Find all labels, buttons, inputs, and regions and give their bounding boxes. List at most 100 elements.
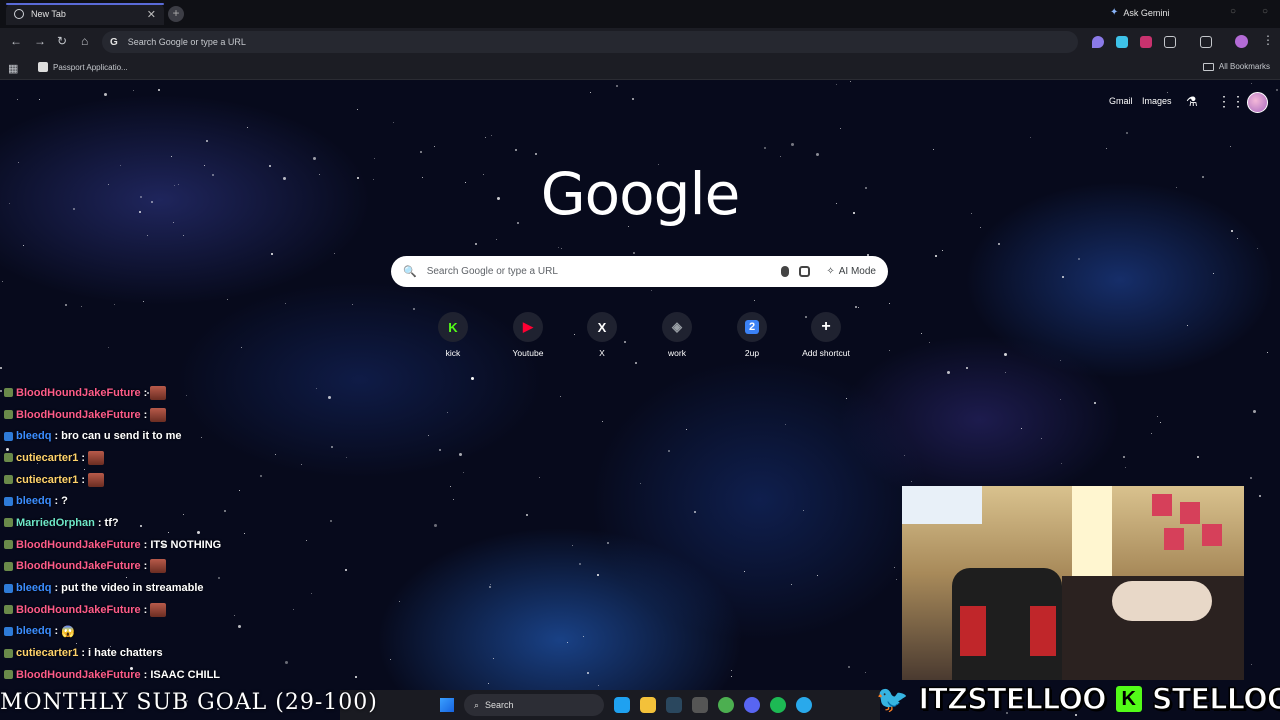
chat-text: put the video in streamable xyxy=(61,582,204,595)
star xyxy=(686,429,687,430)
chat-badge-icon xyxy=(4,431,13,441)
bookmark-passport[interactable]: Passport Applicatio... xyxy=(38,62,128,72)
star xyxy=(567,642,568,643)
chat-username: BloodHoundJakeFuture xyxy=(16,386,141,399)
chat-message: bleedq: 😱 xyxy=(0,621,340,643)
chat-badge-icon xyxy=(4,410,13,420)
star xyxy=(453,499,454,500)
file-explorer-icon[interactable] xyxy=(640,697,656,713)
ai-mode-label: AI Mode xyxy=(838,266,876,277)
star xyxy=(865,672,866,673)
images-link[interactable]: Images xyxy=(1142,96,1172,106)
search-icon: 🔍 xyxy=(403,266,417,278)
star xyxy=(463,472,464,473)
shortcut-work[interactable]: ◈ work xyxy=(642,312,712,358)
star xyxy=(640,483,641,484)
star xyxy=(616,85,618,87)
search-input[interactable]: Search Google or type a URL xyxy=(427,266,772,277)
2up-glyph: 2 xyxy=(744,320,760,334)
new-tab-button[interactable]: + xyxy=(168,6,184,22)
minimize-icon[interactable]: ○ xyxy=(1230,6,1236,17)
discord-icon[interactable] xyxy=(744,697,760,713)
chat-message: cutiecarter1: xyxy=(0,469,340,491)
address-bar[interactable]: G Search Google or type a URL xyxy=(102,31,1078,53)
extension-icon-1[interactable] xyxy=(1092,36,1104,48)
windows-taskbar: ⌕ Search xyxy=(340,690,880,720)
shortcut-2up[interactable]: 2 2up xyxy=(717,312,787,358)
tab-new-tab[interactable]: New Tab ✕ xyxy=(6,3,164,25)
star xyxy=(485,137,486,138)
star xyxy=(475,243,477,245)
chat-emote-icon xyxy=(150,407,167,422)
star xyxy=(346,457,347,458)
chat-badge-icon xyxy=(4,475,13,485)
star xyxy=(490,584,491,585)
extension-icon-2[interactable] xyxy=(1116,36,1128,48)
ai-mode-button[interactable]: ✧ AI Mode xyxy=(820,266,876,277)
star xyxy=(1126,132,1128,134)
home-icon[interactable]: ⌂ xyxy=(81,34,88,48)
star xyxy=(1151,433,1152,434)
windows-start-icon[interactable] xyxy=(440,698,454,712)
google-search-box[interactable]: 🔍 Search Google or type a URL ✧ AI Mode xyxy=(391,256,888,287)
telegram-icon[interactable] xyxy=(796,697,812,713)
menu-kebab-icon[interactable]: ⋮ xyxy=(1262,33,1274,47)
star xyxy=(598,685,599,686)
chat-separator: : xyxy=(54,495,59,508)
close-window-icon[interactable]: ○ xyxy=(1262,6,1268,17)
chat-username: bleedq xyxy=(16,625,52,638)
star xyxy=(104,93,107,96)
chat-username: MarriedOrphan xyxy=(16,516,95,529)
star xyxy=(1231,230,1233,232)
chrome-taskbar-icon[interactable] xyxy=(718,697,734,713)
tab-search-icon[interactable] xyxy=(1200,36,1212,48)
all-bookmarks-button[interactable]: All Bookmarks xyxy=(1202,62,1270,71)
extension-icon-3[interactable] xyxy=(1140,36,1152,48)
chat-badge-icon xyxy=(4,540,13,550)
shortcut-x[interactable]: X X xyxy=(567,312,637,358)
chat-emote-icon xyxy=(88,472,105,487)
star xyxy=(635,362,637,364)
star xyxy=(334,253,335,254)
edge-icon[interactable] xyxy=(614,697,630,713)
forward-icon[interactable]: → xyxy=(34,34,46,48)
add-shortcut-button[interactable]: + Add shortcut xyxy=(791,312,861,358)
star xyxy=(1276,89,1278,91)
gmail-link[interactable]: Gmail xyxy=(1109,96,1133,106)
chat-username: bleedq xyxy=(16,430,52,443)
steam-icon[interactable] xyxy=(666,697,682,713)
shortcut-youtube[interactable]: ▶ Youtube xyxy=(493,312,563,358)
extensions-puzzle-icon[interactable] xyxy=(1164,36,1176,48)
chat-badge-icon xyxy=(4,605,13,615)
star xyxy=(894,567,895,568)
taskbar-search[interactable]: ⌕ Search xyxy=(464,694,604,716)
work-icon: ◈ xyxy=(662,312,692,342)
google-lens-icon[interactable] xyxy=(799,266,811,277)
account-avatar-icon[interactable] xyxy=(1247,92,1268,113)
app-icon[interactable] xyxy=(692,697,708,713)
chat-text: 😱 xyxy=(61,625,75,638)
plus-icon: + xyxy=(811,312,841,342)
chat-message: bleedq: put the video in streamable xyxy=(0,577,340,599)
star xyxy=(803,510,804,511)
chat-username: bleedq xyxy=(16,495,52,508)
folder-icon xyxy=(1202,62,1214,71)
reload-icon[interactable]: ↻ xyxy=(57,34,67,48)
star xyxy=(560,396,561,397)
ask-gemini-button[interactable]: ✦ Ask Gemini xyxy=(1110,7,1169,18)
microphone-icon[interactable] xyxy=(781,266,790,277)
google-apps-icon[interactable]: ⋮⋮ xyxy=(1217,93,1245,110)
profile-avatar-icon[interactable] xyxy=(1235,35,1248,48)
back-icon[interactable]: ← xyxy=(10,34,22,48)
close-tab-icon[interactable]: ✕ xyxy=(147,8,156,21)
chat-badge-icon xyxy=(4,561,13,571)
star xyxy=(493,658,494,659)
shortcut-label: Add shortcut xyxy=(802,348,850,358)
shortcut-kick[interactable]: K kick xyxy=(418,312,488,358)
apps-grid-icon[interactable]: ▦ xyxy=(8,62,18,75)
star xyxy=(158,89,160,91)
spotify-icon[interactable] xyxy=(770,697,786,713)
chat-text: ? xyxy=(61,495,68,508)
labs-flask-icon[interactable]: ⚗ xyxy=(1186,94,1198,110)
chrome-icon xyxy=(14,9,24,19)
